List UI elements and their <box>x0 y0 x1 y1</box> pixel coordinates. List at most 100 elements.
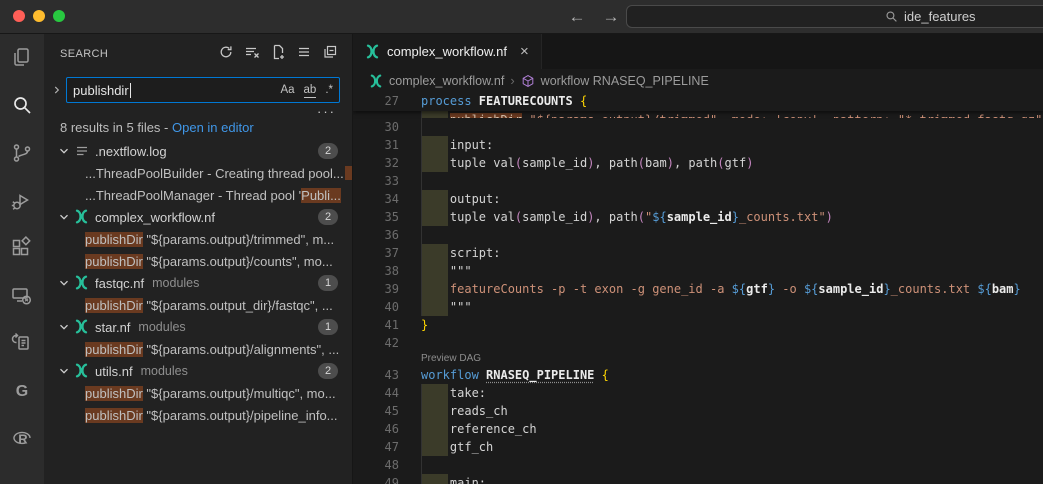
panel-title: SEARCH <box>60 48 108 60</box>
svg-text:G: G <box>16 383 28 400</box>
search-match-row[interactable]: publishDir "${params.output_dir}/fastqc"… <box>44 294 352 316</box>
chevron-down-icon[interactable] <box>56 275 72 291</box>
search-result-file-row[interactable]: complex_workflow.nf2 <box>44 206 352 228</box>
code-text: tuple val(sample_id), path("${sample_id}… <box>421 208 833 226</box>
breadcrumb-symbol[interactable]: workflow RNASEQ_PIPELINE <box>541 74 709 88</box>
toggle-replace-chevron-icon[interactable] <box>50 82 64 98</box>
chevron-down-icon[interactable] <box>56 319 72 335</box>
line-number: 39 <box>353 280 399 298</box>
tab-close-icon[interactable]: × <box>520 45 529 59</box>
search-match-row[interactable]: publishDir "${params.output}/trimmed", m… <box>44 228 352 250</box>
line-number: 33 <box>353 172 399 190</box>
search-result-file-row[interactable]: .nextflow.log2 <box>44 140 352 162</box>
line-number: 32 <box>353 154 399 172</box>
match-count-badge: 2 <box>318 363 338 379</box>
line-number: 36 <box>353 226 399 244</box>
code-text: reads_ch <box>421 402 508 420</box>
command-center[interactable]: ide_features <box>626 5 1043 28</box>
ide-window: ← → ide_features G R SEARCH <box>0 0 1043 484</box>
toggle-search-details-icon[interactable]: ··· <box>317 104 336 119</box>
match-text: ...ThreadPoolBuilder - Creating thread p… <box>85 166 344 181</box>
code-row: 40 """ <box>353 298 1043 316</box>
match-count-badge: 1 <box>318 275 338 291</box>
match-highlight: Publi... <box>301 188 341 203</box>
line-number: 47 <box>353 438 399 456</box>
clear-search-results-icon[interactable] <box>244 44 260 60</box>
window-zoom-button[interactable] <box>53 10 65 22</box>
refresh-icon[interactable] <box>218 44 234 60</box>
code-row: 42 <box>353 334 1043 352</box>
code-text: take: <box>421 384 486 402</box>
file-description: modules <box>141 364 188 378</box>
code-text: """ <box>421 262 472 280</box>
activity-explorer-icon[interactable] <box>10 46 34 70</box>
code-text: gtf_ch <box>421 438 493 456</box>
codelens-preview-dag-link[interactable]: Preview DAG <box>421 352 481 366</box>
search-sidebar: SEARCH publishdir Aaab.* ··· 8 results i… <box>44 34 353 484</box>
breadcrumb-separator: › <box>510 73 514 88</box>
activity-search-icon[interactable] <box>10 94 34 118</box>
search-match-row[interactable]: publishDir "${params.output}/multiqc", m… <box>44 382 352 404</box>
code-row: 49 main: <box>353 474 1043 484</box>
use-regex-toggle[interactable]: .* <box>325 84 333 96</box>
code-row: 48 <box>353 456 1043 474</box>
match-text: ...ThreadPoolManager - Thread pool 'Publ… <box>85 188 341 203</box>
search-match-row[interactable]: publishDir "${params.output}/pipeline_in… <box>44 404 352 426</box>
open-in-editor-link[interactable]: Open in editor <box>172 120 254 135</box>
breadcrumb-file[interactable]: complex_workflow.nf <box>389 74 504 88</box>
truncated-match-chip <box>345 166 352 180</box>
line-number: 48 <box>353 456 399 474</box>
activity-source-control-icon[interactable] <box>10 141 34 165</box>
search-match-row[interactable]: ...ThreadPoolManager - Thread pool 'Publ… <box>44 184 352 206</box>
tab-bar: complex_workflow.nf × <box>353 34 1043 69</box>
chevron-down-icon[interactable] <box>56 209 72 225</box>
nav-forward-button[interactable]: → <box>600 4 622 29</box>
match-highlight: publishDir <box>85 386 143 401</box>
activity-remote-explorer-icon[interactable] <box>10 284 34 308</box>
open-new-search-editor-icon[interactable] <box>270 44 286 60</box>
tab-complex-workflow[interactable]: complex_workflow.nf × <box>353 34 542 69</box>
codelens-row: Preview DAG <box>353 352 1043 366</box>
match-count-badge: 2 <box>318 143 338 159</box>
chevron-down-icon[interactable] <box>56 363 72 379</box>
line-number: 43 <box>353 366 399 384</box>
activity-gitlens-icon[interactable]: G <box>10 379 34 403</box>
search-match-row[interactable]: publishDir "${params.output}/counts", mo… <box>44 250 352 272</box>
activity-extensions-icon[interactable] <box>10 236 34 260</box>
code-row: 33 <box>353 172 1043 190</box>
nextflow-icon <box>74 319 90 335</box>
code-row: 43workflow RNASEQ_PIPELINE { <box>353 366 1043 384</box>
search-match-row[interactable]: publishDir "${params.output}/alignments"… <box>44 338 352 360</box>
sticky-scroll-line[interactable]: 27process FEATURECOUNTS { <box>353 92 1043 111</box>
collapse-all-icon[interactable] <box>322 44 338 60</box>
search-result-file-row[interactable]: star.nfmodules1 <box>44 316 352 338</box>
tab-label: complex_workflow.nf <box>387 44 507 59</box>
search-input[interactable]: publishdir Aaab.* <box>66 77 340 103</box>
match-text: publishDir "${params.output}/counts", mo… <box>85 254 333 269</box>
activity-partial-bottom-icon[interactable] <box>10 474 34 484</box>
chevron-down-icon[interactable] <box>56 143 72 159</box>
match-count-badge: 1 <box>318 319 338 335</box>
match-text: publishDir "${params.output}/multiqc", m… <box>85 386 336 401</box>
search-result-file-row[interactable]: utils.nf modules 2 <box>44 360 352 382</box>
line-number: 34 <box>353 190 399 208</box>
code-text: } <box>421 316 428 334</box>
match-whole-word-toggle[interactable]: ab <box>304 84 317 96</box>
window-close-button[interactable] <box>13 10 25 22</box>
file-name: utils.nf <box>95 364 133 379</box>
window-minimize-button[interactable] <box>33 10 45 22</box>
breadcrumb: complex_workflow.nf › workflow RNASEQ_PI… <box>353 69 1043 92</box>
activity-task-copy-icon[interactable] <box>10 331 34 355</box>
code-text: main: <box>421 474 486 484</box>
code-row: 38 """ <box>353 262 1043 280</box>
clipped-code-line: publishDir "${params.output}/trimmed", m… <box>353 111 1043 118</box>
search-result-file-row[interactable]: fastqc.nfmodules1 <box>44 272 352 294</box>
nav-back-button[interactable]: ← <box>566 4 588 29</box>
search-match-row[interactable]: ...ThreadPoolBuilder - Creating thread p… <box>44 162 352 184</box>
match-case-toggle[interactable]: Aa <box>280 84 294 96</box>
activity-r-language-icon[interactable]: R <box>10 426 34 450</box>
code-row: 34 output: <box>353 190 1043 208</box>
view-as-list-icon[interactable] <box>296 44 312 60</box>
nextflow-icon <box>74 363 90 379</box>
activity-run-and-debug-icon[interactable] <box>10 189 34 213</box>
